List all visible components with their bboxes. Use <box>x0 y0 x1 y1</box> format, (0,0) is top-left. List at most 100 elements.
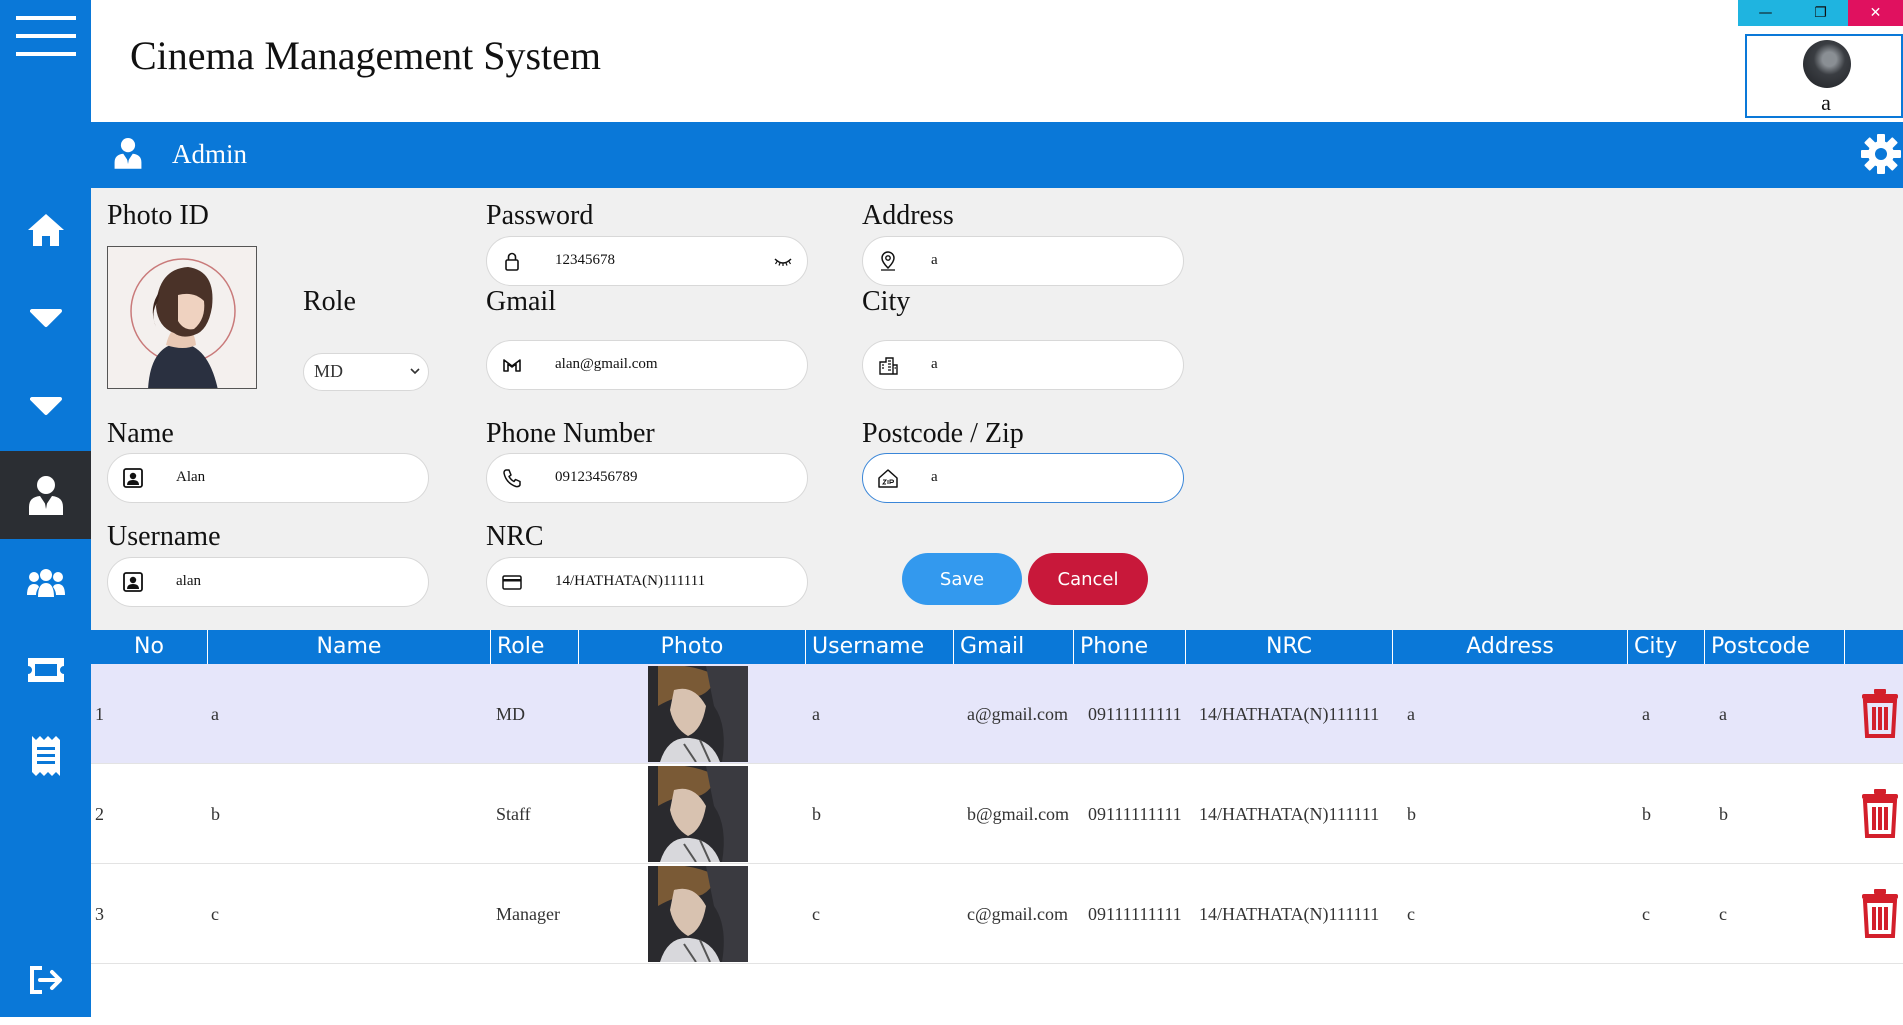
trash-icon[interactable] <box>1860 888 1900 938</box>
ticket-icon[interactable] <box>0 626 91 714</box>
cell-postcode: c <box>1719 904 1727 924</box>
cell-city: c <box>1642 904 1650 924</box>
column-header-name[interactable]: Name <box>208 630 491 664</box>
cell-city: a <box>1642 704 1650 724</box>
city-field[interactable]: a <box>862 340 1184 390</box>
username-label: Username <box>107 521 221 552</box>
save-button[interactable]: Save <box>902 553 1022 605</box>
cancel-button[interactable]: Cancel <box>1028 553 1148 605</box>
trash-icon[interactable] <box>1860 788 1900 838</box>
cell-nrc: 14/HATHATA(N)111111 <box>1199 704 1380 724</box>
maximize-button[interactable]: ❐ <box>1793 0 1848 26</box>
cell-address: c <box>1407 904 1415 924</box>
city-building-icon <box>879 357 898 375</box>
column-header-gmail[interactable]: Gmail <box>954 630 1074 664</box>
page-title: Admin <box>172 139 248 169</box>
lock-icon <box>505 252 519 271</box>
table-header: No Name Role Photo Username Gmail Phone … <box>91 630 1903 664</box>
table-row[interactable]: 3 c Manager c c@gmail.com 09111111111 14… <box>91 864 1903 964</box>
id-card-icon <box>123 572 143 592</box>
trash-icon[interactable] <box>1860 688 1900 738</box>
cell-nrc: 14/HATHATA(N)111111 <box>1199 904 1380 924</box>
menu-icon[interactable] <box>0 0 91 72</box>
cell-username: a <box>812 704 820 724</box>
cell-name: b <box>211 804 220 824</box>
nrc-field[interactable]: 14/HATHATA(N)111111 <box>486 557 808 607</box>
cell-gmail: a@gmail.com <box>967 704 1069 724</box>
address-field[interactable]: a <box>862 236 1184 286</box>
cell-role: Manager <box>496 904 560 924</box>
row-photo <box>648 866 748 962</box>
postcode-value: a <box>931 469 938 485</box>
phone-field[interactable]: 09123456789 <box>486 453 808 503</box>
city-value: a <box>931 356 938 372</box>
cell-nrc: 14/HATHATA(N)111111 <box>1199 804 1380 824</box>
admin-user-icon <box>114 138 142 169</box>
table-row[interactable]: 2 b Staff b b@gmail.com 09111111111 14/H… <box>91 764 1903 864</box>
dropdown-icon[interactable] <box>0 362 91 450</box>
column-header-postcode[interactable]: Postcode <box>1705 630 1845 664</box>
close-button[interactable]: ✕ <box>1848 0 1903 26</box>
cell-address: b <box>1407 804 1416 824</box>
sidebar <box>0 0 91 1017</box>
phone-value: 09123456789 <box>555 469 638 485</box>
group-icon[interactable] <box>0 538 91 626</box>
column-header-role[interactable]: Role <box>491 630 579 664</box>
cell-name: c <box>211 904 219 924</box>
cell-no: 3 <box>95 904 104 924</box>
password-field[interactable]: 12345678 <box>486 236 808 286</box>
table-row[interactable]: 1 a MD a a@gmail.com 09111111111 14/HATH… <box>91 664 1903 764</box>
column-header-nrc[interactable]: NRC <box>1186 630 1393 664</box>
address-value: a <box>931 252 938 268</box>
minimize-button[interactable]: — <box>1738 0 1793 26</box>
role-select[interactable]: MD <box>303 353 429 391</box>
postcode-label: Postcode / Zip <box>862 418 1024 449</box>
admin-bar: Admin <box>91 122 1903 188</box>
location-pin-icon <box>881 251 895 271</box>
column-header-phone[interactable]: Phone <box>1074 630 1186 664</box>
zip-house-icon <box>878 469 898 488</box>
cell-name: a <box>211 704 219 724</box>
nrc-label: NRC <box>486 521 544 552</box>
username-value: alan <box>176 573 201 589</box>
role-select-value: MD <box>314 361 344 381</box>
user-form: Photo ID Role MD Name Alan Username alan… <box>91 188 1903 630</box>
admin-user-icon[interactable] <box>0 451 91 539</box>
window-controls: — ❐ ✕ <box>1738 0 1903 26</box>
row-photo <box>648 666 748 762</box>
column-header-no[interactable]: No <box>91 630 208 664</box>
cell-gmail: c@gmail.com <box>967 904 1069 924</box>
cell-phone: 09111111111 <box>1088 904 1182 924</box>
name-field[interactable]: Alan <box>107 453 429 503</box>
receipt-icon[interactable] <box>0 712 91 800</box>
dropdown-icon[interactable] <box>0 274 91 362</box>
column-header-address[interactable]: Address <box>1393 630 1628 664</box>
cell-role: Staff <box>496 804 531 824</box>
user-name: a <box>1821 90 1831 115</box>
gmail-value: alan@gmail.com <box>555 356 658 372</box>
username-field[interactable]: alan <box>107 557 429 607</box>
cell-address: a <box>1407 704 1415 724</box>
logout-icon[interactable] <box>0 935 91 1025</box>
gmail-label: Gmail <box>486 286 556 317</box>
header: Cinema Management System — ❐ ✕ a <box>91 0 1903 122</box>
name-value: Alan <box>176 469 206 485</box>
photo-id-image[interactable] <box>107 246 257 389</box>
postcode-field[interactable]: a <box>862 453 1184 503</box>
cell-phone: 09111111111 <box>1088 704 1182 724</box>
column-header-photo[interactable]: Photo <box>579 630 806 664</box>
column-header-username[interactable]: Username <box>806 630 954 664</box>
cell-role: MD <box>496 704 526 724</box>
chevron-down-icon <box>410 368 420 375</box>
city-label: City <box>862 286 911 317</box>
cell-city: b <box>1642 804 1651 824</box>
eye-closed-icon[interactable] <box>773 251 793 271</box>
home-icon[interactable] <box>0 186 91 274</box>
phone-icon <box>503 469 521 488</box>
column-header-city[interactable]: City <box>1628 630 1705 664</box>
gmail-field[interactable]: alan@gmail.com <box>486 340 808 390</box>
user-profile[interactable]: a <box>1745 34 1903 118</box>
cell-postcode: a <box>1719 704 1727 724</box>
gear-icon[interactable] <box>1859 132 1903 176</box>
id-card-icon <box>123 468 143 488</box>
